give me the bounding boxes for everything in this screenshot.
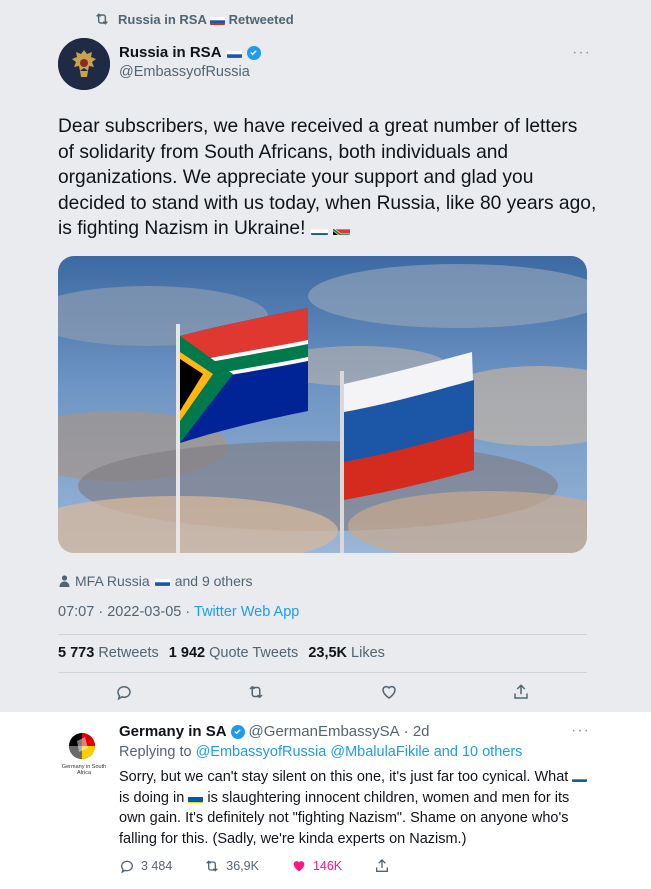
retweet-icon — [204, 858, 220, 874]
author-name-row[interactable]: Russia in RSA — [119, 44, 261, 61]
tweet-source-app[interactable]: Twitter Web App — [194, 604, 299, 620]
like-icon — [291, 858, 307, 874]
reply-retweet-action[interactable]: 36,9K — [204, 858, 259, 874]
reply-author-name[interactable]: Germany in SA — [119, 723, 227, 740]
flag-south-africa-icon — [333, 223, 351, 235]
retweets-stat[interactable]: 5 773 Retweets — [58, 645, 159, 661]
reply-icon[interactable] — [113, 681, 135, 703]
person-icon — [58, 575, 70, 587]
reply-text-part1: Sorry, but we can't stay silent on this … — [119, 769, 569, 785]
reply-retweets-count: 36,9K — [226, 859, 259, 873]
like-icon[interactable] — [378, 681, 400, 703]
replying-to: Replying to @EmbassyofRussia @MbalulaFik… — [119, 744, 522, 760]
reply-age[interactable]: · 2d — [404, 723, 430, 740]
divider — [58, 672, 587, 673]
reply-reply-action[interactable]: 3 484 — [119, 858, 172, 874]
tweet-actions — [58, 681, 587, 703]
author-avatar[interactable] — [58, 38, 110, 90]
reply-actions: 3 484 36,9K 146K — [119, 858, 390, 874]
reply-text-part2: is doing in — [119, 789, 185, 806]
quotes-label: Quote Tweets — [209, 645, 299, 661]
retweets-count: 5 773 — [58, 645, 95, 661]
reply-text: Sorry, but we can't stay silent on this … — [119, 767, 599, 849]
tweet-body: Dear subscribers, we have received a gre… — [58, 116, 597, 239]
retweet-banner[interactable]: Russia in RSA Retweeted — [94, 11, 294, 27]
reply-icon — [119, 858, 135, 874]
flag-russia-icon — [154, 576, 170, 586]
quotes-stat[interactable]: 1 942 Quote Tweets — [169, 645, 299, 661]
retweet-banner-suffix: Retweeted — [228, 11, 294, 27]
tweet-time[interactable]: 07:07 — [58, 604, 94, 620]
reply-author-avatar[interactable] — [62, 726, 102, 766]
flag-russia-icon — [226, 48, 242, 58]
more-icon[interactable]: ··· — [571, 722, 590, 740]
reply-avatar-caption: Germany in South Africa — [61, 764, 107, 776]
divider — [58, 634, 587, 635]
reply-like-action[interactable]: 146K — [291, 858, 342, 874]
reply-likes-count: 146K — [312, 859, 343, 873]
retweet-banner-name: Russia in RSA — [118, 11, 207, 27]
tweet-meta: 07:07 · 2022-03-05 · Twitter Web App — [58, 604, 299, 620]
share-icon — [374, 858, 390, 874]
reply-replies-count: 3 484 — [141, 859, 173, 873]
likes-label: Likes — [351, 645, 385, 661]
author-handle[interactable]: @EmbassyofRussia — [119, 64, 250, 80]
flag-russia-icon — [210, 15, 225, 26]
flag-russia-icon — [572, 772, 588, 783]
tweet-text: Dear subscribers, we have received a gre… — [58, 114, 598, 242]
verified-icon — [230, 724, 245, 739]
more-icon[interactable]: ··· — [572, 44, 591, 62]
liked-by-name[interactable]: MFA Russia — [75, 573, 150, 589]
replying-prefix: Replying to — [119, 744, 192, 760]
retweet-icon[interactable] — [245, 681, 267, 703]
main-tweet-panel: Russia in RSA Retweeted Russia in RSA @E… — [0, 0, 651, 712]
author-name[interactable]: Russia in RSA — [119, 44, 222, 61]
meta-separator: · — [185, 604, 191, 620]
reply-share-action[interactable] — [374, 858, 390, 874]
tweet-photo[interactable] — [58, 256, 587, 553]
reply-text-part3: is slaughtering innocent children, women… — [119, 789, 570, 847]
replying-mentions[interactable]: @EmbassyofRussia @MbalulaFikile and 10 o… — [196, 744, 523, 760]
share-icon[interactable] — [510, 681, 532, 703]
retweet-icon — [94, 11, 110, 27]
reply-author-handle[interactable]: @GermanEmbassySA — [249, 723, 400, 740]
liked-by[interactable]: MFA Russia and 9 others — [58, 573, 253, 589]
tweet-date[interactable]: 2022-03-05 — [107, 604, 181, 620]
likes-count: 23,5K — [308, 645, 348, 661]
quotes-count: 1 942 — [168, 645, 206, 661]
likes-stat[interactable]: 23,5K Likes — [308, 645, 385, 661]
flag-russia-icon — [310, 223, 328, 235]
flag-ukraine-icon — [188, 793, 204, 803]
verified-icon — [246, 45, 261, 60]
retweets-label: Retweets — [98, 645, 159, 661]
liked-by-suffix[interactable]: and 9 others — [175, 573, 253, 589]
meta-separator: · — [98, 604, 104, 620]
tweet-stats: 5 773 Retweets 1 942 Quote Tweets 23,5K … — [58, 645, 385, 661]
reply-author-row[interactable]: Germany in SA @GermanEmbassySA · 2d — [119, 723, 430, 740]
